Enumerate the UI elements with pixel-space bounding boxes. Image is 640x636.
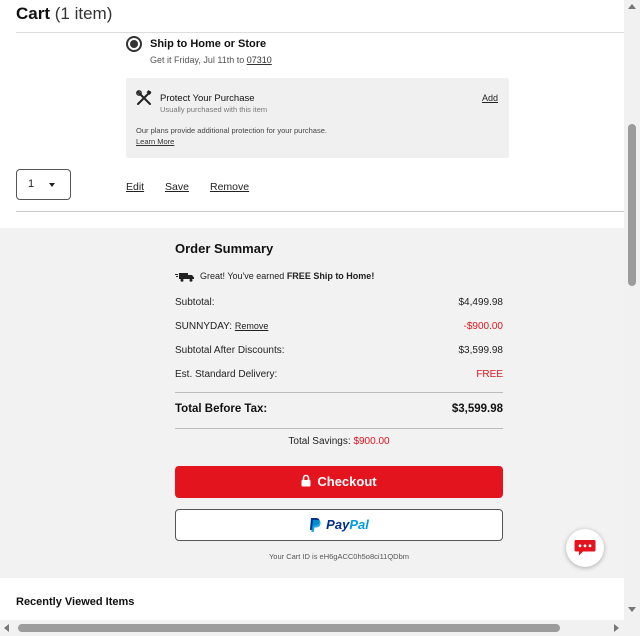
after-discounts-row: Subtotal After Discounts: $3,599.98 [175, 345, 503, 359]
quantity-value: 1 [28, 178, 35, 190]
free-ship-bold: FREE Ship to Home! [286, 271, 375, 281]
horizontal-scrollbar[interactable] [0, 620, 640, 636]
checkout-button[interactable]: Checkout [175, 466, 503, 498]
paypal-icon [310, 518, 321, 532]
subtotal-row: Subtotal: $4,499.98 [175, 297, 503, 311]
total-value: $3,599.98 [451, 403, 503, 415]
paypal-wordmark-pay: Pay [326, 517, 350, 532]
order-summary-title: Order Summary [175, 241, 274, 256]
checkout-label: Checkout [317, 474, 377, 489]
scroll-right-icon[interactable] [614, 624, 619, 632]
cart-item-count: (1 item) [54, 4, 113, 23]
scroll-up-icon[interactable] [628, 4, 636, 9]
promo-value: -$900.00 [463, 321, 503, 332]
savings-label: Total Savings: [288, 436, 351, 447]
savings-row: Total Savings: $900.00 [175, 436, 503, 447]
subtotal-label: Subtotal: [175, 297, 215, 308]
summary-divider [175, 392, 503, 393]
scroll-down-icon[interactable] [628, 607, 636, 612]
after-discounts-value: $3,599.98 [458, 345, 504, 356]
recently-viewed-title: Recently Viewed Items [16, 596, 135, 608]
free-shipping-message: Great! You've earned FREE Ship to Home! [175, 271, 374, 282]
ship-option-label: Ship to Home or Store [150, 38, 267, 50]
paypal-wordmark-pal: Pal [349, 517, 369, 532]
ship-eta: Get it Friday, Jul 11th to 07310 [150, 55, 272, 65]
subtotal-value: $4,499.98 [458, 297, 504, 308]
promo-label: SUNNYDAY: Remove [175, 321, 268, 332]
remove-link[interactable]: Remove [210, 181, 249, 193]
edit-link[interactable]: Edit [126, 181, 144, 193]
total-label: Total Before Tax: [175, 403, 268, 415]
zip-link[interactable]: 07310 [247, 55, 272, 65]
vertical-scroll-thumb[interactable] [628, 124, 636, 286]
vertical-scrollbar[interactable] [624, 0, 640, 620]
total-row: Total Before Tax: $3,599.98 [175, 403, 503, 415]
ship-to-home-radio[interactable] [126, 36, 142, 52]
ship-eta-text: Get it Friday, Jul 11th to [150, 55, 245, 65]
chat-button[interactable] [566, 529, 604, 567]
promo-code: SUNNYDAY: [175, 321, 233, 332]
tools-icon [136, 90, 152, 105]
chevron-down-icon [49, 183, 55, 187]
chat-bubble-icon [574, 540, 596, 556]
delivery-value: FREE [476, 369, 503, 380]
add-protection-link[interactable]: Add [482, 93, 498, 103]
protection-description: Our plans provide additional protection … [136, 126, 327, 135]
header-divider [16, 32, 624, 33]
protection-plan-box: Protect Your Purchase Usually purchased … [126, 78, 509, 158]
free-ship-text: Great! You've earned [200, 271, 285, 281]
paypal-button[interactable]: PayPal [175, 509, 503, 541]
learn-more-link[interactable]: Learn More [136, 137, 174, 146]
total-divider [175, 428, 503, 429]
cart-header: Cart (1 item) [16, 4, 112, 24]
delivery-label: Est. Standard Delivery: [175, 369, 278, 380]
item-divider [16, 211, 624, 212]
remove-promo-link[interactable]: Remove [235, 321, 269, 331]
cart-title: Cart [16, 4, 51, 23]
quantity-select[interactable]: 1 [16, 169, 71, 200]
cart-id-text: Your Cart ID is eH6gACC0h5o8ci11QDbm [268, 552, 410, 561]
promo-row: SUNNYDAY: Remove -$900.00 [175, 321, 503, 335]
lock-icon [301, 474, 311, 487]
horizontal-scroll-thumb[interactable] [18, 624, 560, 632]
savings-value: $900.00 [353, 436, 390, 447]
protection-title: Protect Your Purchase [160, 93, 255, 104]
delivery-row: Est. Standard Delivery: FREE [175, 369, 503, 383]
scroll-left-icon[interactable] [4, 624, 9, 632]
truck-icon [175, 272, 194, 282]
save-link[interactable]: Save [165, 181, 189, 193]
after-discounts-label: Subtotal After Discounts: [175, 345, 285, 356]
protection-subtitle: Usually purchased with this item [160, 105, 268, 114]
